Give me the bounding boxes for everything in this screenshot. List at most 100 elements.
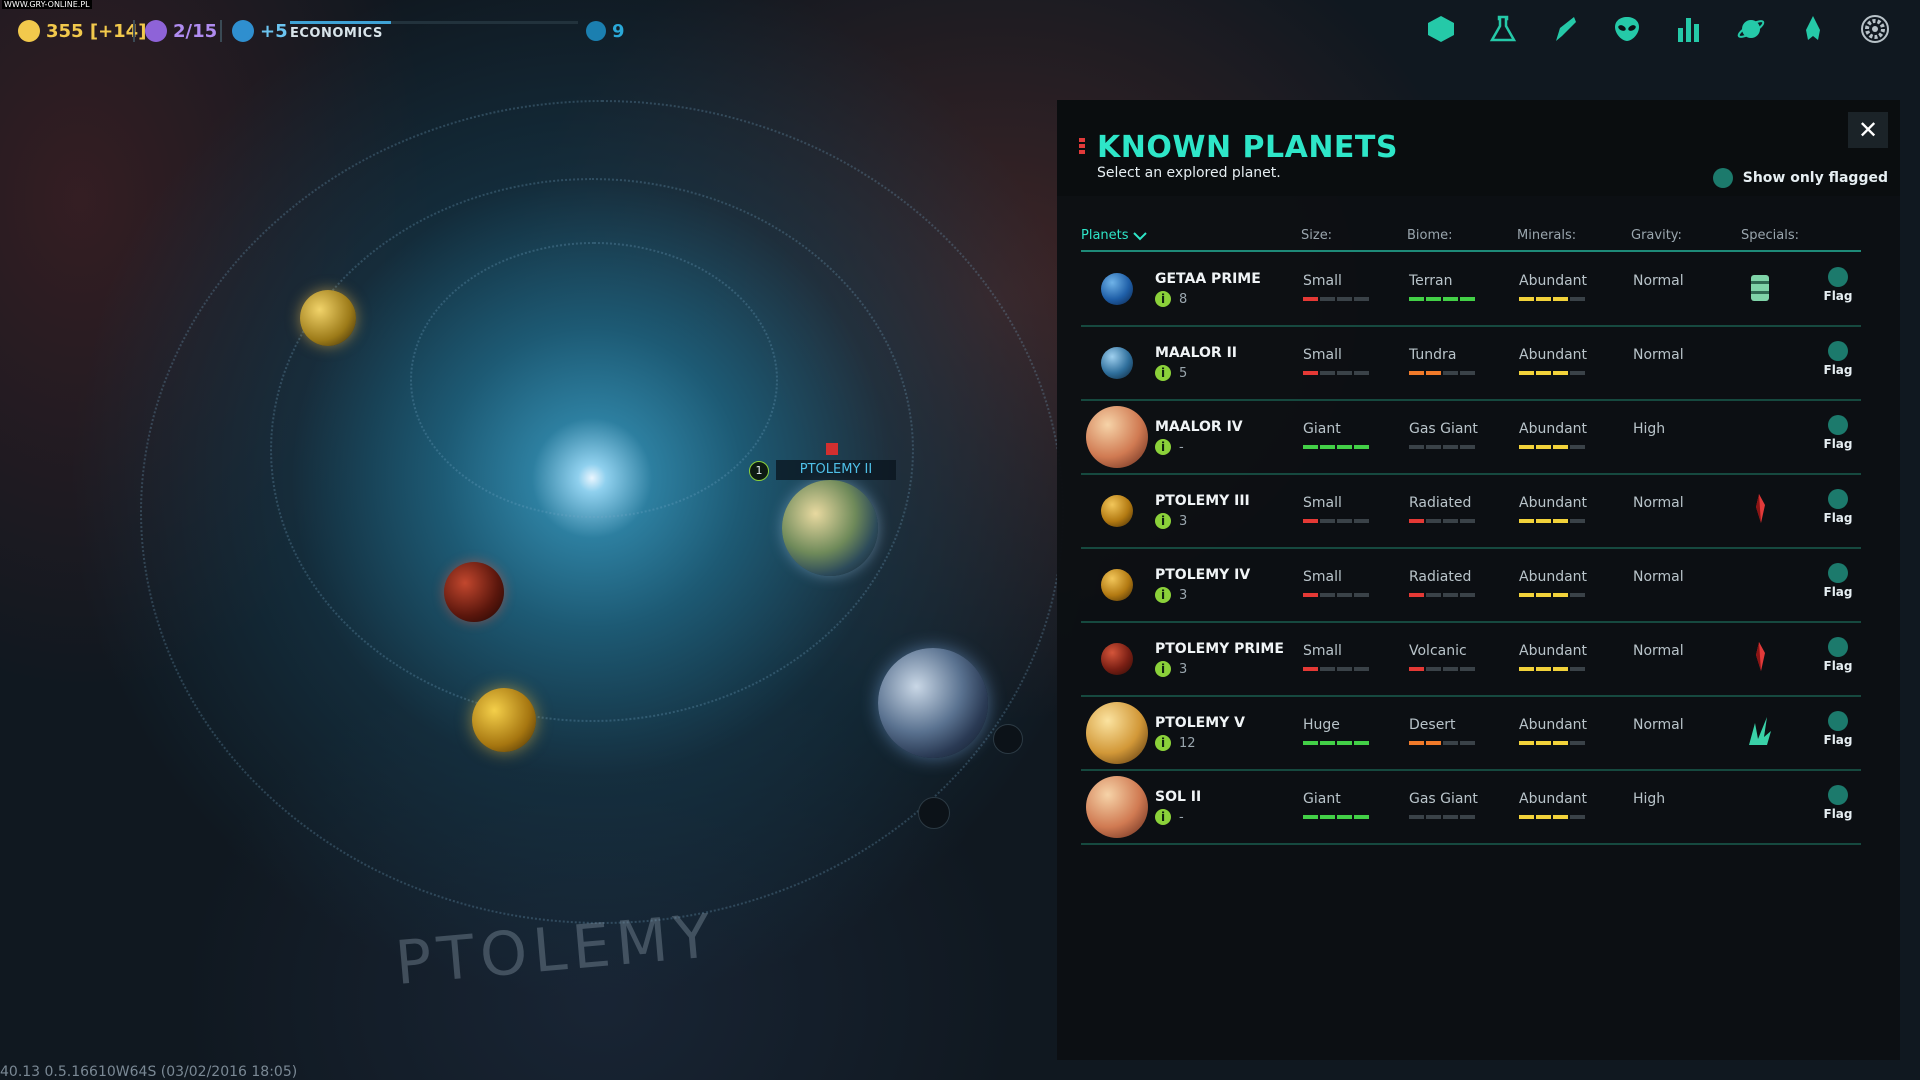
flag-indicator[interactable]: [1828, 785, 1848, 805]
info-icon[interactable]: i: [1155, 291, 1171, 307]
research-topic[interactable]: ECONOMICS: [290, 26, 383, 41]
research-resource[interactable]: +5: [232, 18, 288, 44]
minerals-meter: [1519, 519, 1585, 523]
size-value: Giant: [1303, 421, 1341, 437]
main-menu-icons: [1424, 12, 1892, 46]
planet-row[interactable]: PTOLEMY III i 3 Small Radiated Abundant Normal…: [1081, 475, 1861, 549]
alien-races-icon[interactable]: [1610, 12, 1644, 46]
planet-name: PTOLEMY III: [1155, 493, 1250, 509]
flag-indicator[interactable]: [1828, 267, 1848, 287]
influence-icon: [145, 20, 167, 42]
flag-label: Flag: [1823, 807, 1853, 821]
ship-icon[interactable]: [1796, 12, 1830, 46]
canister-icon[interactable]: [1745, 269, 1775, 305]
planet-thumbnail: [1086, 776, 1148, 838]
planet-row[interactable]: GETAA PRIME i 8 Small Terran Abundant Normal Fl…: [1081, 253, 1861, 327]
gravity-value: Normal: [1633, 717, 1684, 733]
minerals-column-header[interactable]: Minerals:: [1517, 228, 1576, 243]
flag-indicator[interactable]: [1828, 563, 1848, 583]
coordinates-readout: 40.13 0.5.16610W64S (03/02/2016 18:05): [0, 1064, 298, 1080]
map-planet-ptolemy-ii[interactable]: [782, 480, 878, 576]
biome-value: Volcanic: [1409, 643, 1467, 659]
population-value: 3: [1179, 661, 1188, 677]
red-crystal-icon[interactable]: [1745, 491, 1775, 527]
settings-gear-icon[interactable]: [1858, 12, 1892, 46]
gravity-value: Normal: [1633, 273, 1684, 289]
map-planet[interactable]: [472, 688, 536, 752]
gravity-column-header[interactable]: Gravity:: [1631, 228, 1682, 243]
show-only-flagged-toggle[interactable]: Show only flagged: [1712, 168, 1888, 188]
map-moon[interactable]: [918, 797, 950, 829]
biome-meter: [1409, 297, 1475, 301]
planet-row[interactable]: PTOLEMY IV i 3 Small Radiated Abundant Normal F…: [1081, 549, 1861, 623]
flag-indicator[interactable]: [1828, 341, 1848, 361]
flag-indicator[interactable]: [1828, 415, 1848, 435]
minerals-meter: [1519, 667, 1585, 671]
planet-row[interactable]: PTOLEMY V i 12 Huge Desert Abundant Normal Flag: [1081, 697, 1861, 771]
minerals-meter: [1519, 371, 1585, 375]
flag-label: Flag: [1823, 585, 1853, 599]
map-planet[interactable]: [300, 290, 356, 346]
info-icon[interactable]: i: [1155, 365, 1171, 381]
info-icon[interactable]: i: [1155, 587, 1171, 603]
flag-toggle[interactable]: Flag: [1821, 711, 1855, 747]
flag-indicator[interactable]: [1828, 489, 1848, 509]
map-moon[interactable]: [993, 724, 1023, 754]
flag-indicator[interactable]: [1828, 637, 1848, 657]
biome-value: Tundra: [1409, 347, 1457, 363]
planet-row[interactable]: SOL II i - Giant Gas Giant Abundant High Flag: [1081, 771, 1861, 845]
flag-toggle[interactable]: Flag: [1821, 267, 1855, 303]
red-crystal-icon[interactable]: [1745, 639, 1775, 675]
planet-thumbnail: [1101, 347, 1133, 379]
planet-row[interactable]: MAALOR IV i - Giant Gas Giant Abundant High Fla…: [1081, 401, 1861, 475]
flag-label: Flag: [1823, 289, 1853, 303]
green-crystal-icon[interactable]: [1745, 713, 1775, 749]
info-icon[interactable]: i: [1155, 439, 1171, 455]
toggle-indicator[interactable]: [1712, 168, 1733, 188]
planet-population: i3: [1155, 661, 1187, 677]
size-meter: [1303, 815, 1369, 819]
planets-icon[interactable]: [1734, 12, 1768, 46]
flag-toggle[interactable]: Flag: [1821, 563, 1855, 599]
size-value: Small: [1303, 569, 1342, 585]
credits-resource[interactable]: 355 [+14]: [18, 18, 146, 44]
research-icon: [232, 20, 254, 42]
planet-thumbnail: [1086, 702, 1148, 764]
chevron-down-icon: [1132, 231, 1147, 240]
flag-toggle[interactable]: Flag: [1821, 637, 1855, 673]
planet-flag-marker: [826, 443, 838, 455]
military-icon[interactable]: [1548, 12, 1582, 46]
flag-toggle[interactable]: Flag: [1821, 489, 1855, 525]
empire-icon[interactable]: [1424, 12, 1458, 46]
size-value: Small: [1303, 347, 1342, 363]
flag-toggle[interactable]: Flag: [1821, 415, 1855, 451]
turns-resource[interactable]: 9: [586, 18, 625, 44]
system-name: PTOLEMY: [392, 901, 720, 999]
minerals-value: Abundant: [1519, 495, 1588, 511]
planet-row[interactable]: PTOLEMY PRIME i 3 Small Volcanic Abundant Norm…: [1081, 623, 1861, 697]
statistics-icon[interactable]: [1672, 12, 1706, 46]
research-flask-icon[interactable]: [1486, 12, 1520, 46]
biome-column-header[interactable]: Biome:: [1407, 228, 1453, 243]
flag-toggle[interactable]: Flag: [1821, 785, 1855, 821]
biome-meter: [1409, 371, 1475, 375]
planet-population: i 12: [1155, 735, 1196, 751]
size-column-header[interactable]: Size:: [1301, 228, 1332, 243]
flag-toggle[interactable]: Flag: [1821, 341, 1855, 377]
info-icon[interactable]: i: [1155, 735, 1171, 751]
flag-label: Flag: [1823, 437, 1853, 451]
map-planet-label[interactable]: PTOLEMY II: [776, 460, 896, 480]
population-value: 12: [1179, 735, 1196, 751]
flag-indicator[interactable]: [1828, 711, 1848, 731]
info-icon[interactable]: i: [1155, 513, 1171, 529]
influence-resource[interactable]: 2/15: [145, 18, 217, 44]
map-planet[interactable]: [878, 648, 988, 758]
planets-sort-dropdown[interactable]: Planets: [1081, 228, 1147, 243]
map-planet[interactable]: [444, 562, 504, 622]
info-icon[interactable]: i: [1155, 661, 1171, 677]
size-value: Small: [1303, 273, 1342, 289]
close-button[interactable]: ✕: [1848, 112, 1888, 148]
specials-column-header[interactable]: Specials:: [1741, 228, 1799, 243]
info-icon[interactable]: i: [1155, 809, 1171, 825]
planet-row[interactable]: MAALOR II i 5 Small Tundra Abundant Normal Flag: [1081, 327, 1861, 401]
